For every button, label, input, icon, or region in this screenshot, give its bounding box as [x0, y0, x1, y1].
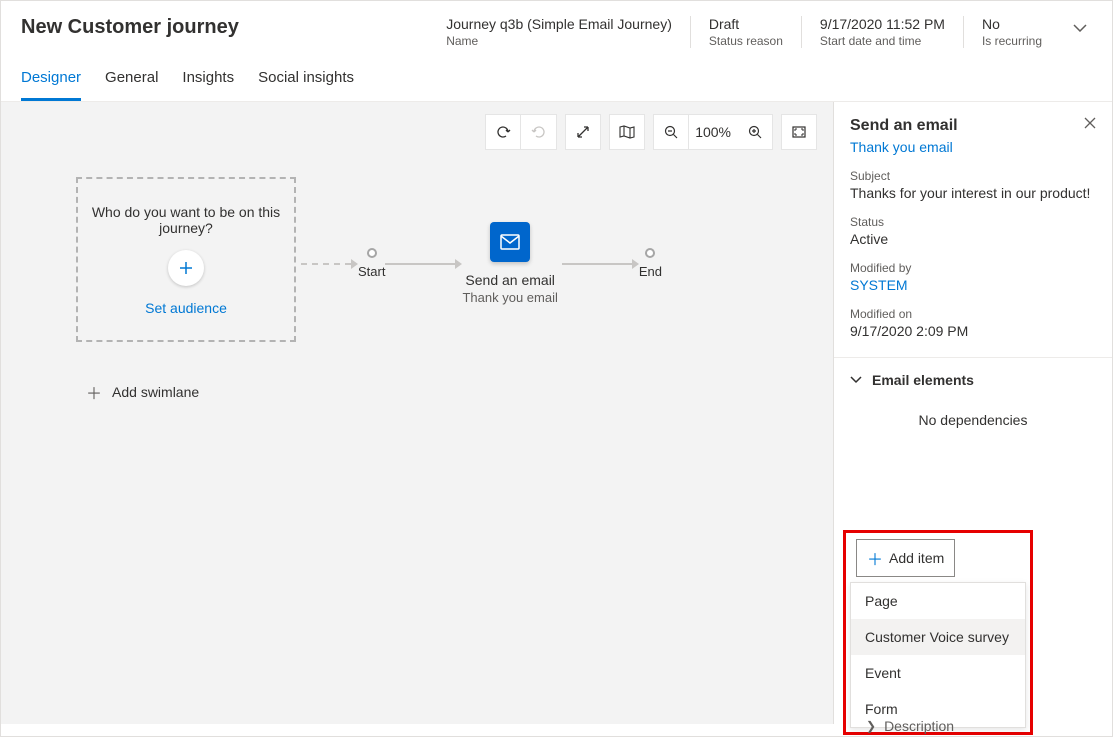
field-value-link[interactable]: SYSTEM	[850, 277, 1096, 293]
plus-icon: ＋	[86, 380, 102, 404]
header-field-value: Journey q3b (Simple Email Journey)	[446, 16, 672, 32]
tab-insights[interactable]: Insights	[182, 59, 234, 101]
page-header: New Customer journey Journey q3b (Simple…	[1, 1, 1112, 59]
designer-canvas[interactable]: 100% Who do you want to be on this journ…	[1, 102, 834, 724]
set-audience-link[interactable]: Set audience	[145, 300, 227, 316]
map-button[interactable]	[609, 114, 645, 150]
header-field-recurring[interactable]: No Is recurring	[963, 16, 1060, 48]
header-field-value: 9/17/2020 11:52 PM	[820, 16, 945, 32]
plus-icon: ＋	[867, 546, 883, 570]
tab-bar: Designer General Insights Social insight…	[1, 59, 1112, 102]
field-value: Active	[850, 231, 1096, 247]
email-elements-section: Email elements No dependencies	[834, 357, 1112, 448]
panel-email-link[interactable]: Thank you email	[834, 139, 1112, 165]
email-node-subtitle: Thank you email	[462, 290, 557, 305]
header-field-value: No	[982, 16, 1042, 32]
plus-icon	[178, 260, 194, 276]
audience-placeholder[interactable]: Who do you want to be on this journey? S…	[76, 177, 296, 342]
highlight-annotation: ＋ Add item Page Customer Voice survey Ev…	[843, 530, 1033, 735]
header-field-label: Name	[446, 34, 672, 48]
field-label: Subject	[850, 169, 1096, 183]
header-field-startdate[interactable]: 9/17/2020 11:52 PM Start date and time	[801, 16, 963, 48]
field-label: Modified on	[850, 307, 1096, 321]
undo-button[interactable]	[485, 114, 521, 150]
chevron-right-icon: ❯	[866, 719, 876, 733]
email-node-title: Send an email	[465, 272, 555, 288]
field-status: Status Active	[834, 211, 1112, 257]
header-field-label: Is recurring	[982, 34, 1042, 48]
close-panel-button[interactable]	[1084, 117, 1096, 129]
connector	[562, 263, 632, 265]
audience-question: Who do you want to be on this journey?	[88, 204, 284, 236]
end-label: End	[639, 264, 662, 279]
add-swimlane-label: Add swimlane	[112, 384, 199, 400]
zoom-in-button[interactable]	[737, 114, 773, 150]
connector-dashed	[301, 263, 351, 265]
page-title: New Customer journey	[21, 16, 239, 39]
field-label: Modified by	[850, 261, 1096, 275]
header-fields: Journey q3b (Simple Email Journey) Name …	[428, 16, 1060, 48]
add-item-button[interactable]: ＋ Add item	[856, 539, 955, 577]
expand-header-icon[interactable]	[1068, 16, 1092, 32]
section-title: Email elements	[872, 372, 974, 388]
panel-title: Send an email	[850, 117, 958, 135]
no-dependencies-label: No dependencies	[834, 402, 1112, 448]
dropdown-item-event[interactable]: Event	[851, 655, 1025, 691]
description-section-header[interactable]: ❯ Description	[866, 718, 954, 734]
header-field-label: Start date and time	[820, 34, 945, 48]
tab-general[interactable]: General	[105, 59, 158, 101]
dropdown-item-page[interactable]: Page	[851, 583, 1025, 619]
zoom-level: 100%	[689, 114, 737, 150]
add-audience-button[interactable]	[168, 250, 204, 286]
header-field-status[interactable]: Draft Status reason	[690, 16, 801, 48]
redo-button[interactable]	[521, 114, 557, 150]
add-item-label: Add item	[889, 550, 944, 566]
email-node[interactable]: Send an email Thank you email	[462, 222, 557, 305]
fit-button[interactable]	[565, 114, 601, 150]
field-modifiedon: Modified on 9/17/2020 2:09 PM	[834, 303, 1112, 349]
journey-flow: Start Send an email Thank you email End	[301, 222, 662, 305]
header-field-value: Draft	[709, 16, 783, 32]
arrow-head-icon	[351, 259, 358, 269]
field-subject: Subject Thanks for your interest in our …	[834, 165, 1112, 211]
field-label: Status	[850, 215, 1096, 229]
zoom-out-button[interactable]	[653, 114, 689, 150]
dropdown-item-customer-voice[interactable]: Customer Voice survey	[851, 619, 1025, 655]
add-swimlane-button[interactable]: ＋ Add swimlane	[86, 380, 199, 404]
email-tile[interactable]	[490, 222, 530, 262]
description-label: Description	[884, 718, 954, 734]
end-dot-icon	[645, 248, 655, 258]
field-value: Thanks for your interest in our product!	[850, 185, 1096, 201]
end-node[interactable]: End	[639, 248, 662, 279]
envelope-icon	[500, 234, 520, 250]
start-node[interactable]: Start	[358, 248, 385, 279]
fullscreen-button[interactable]	[781, 114, 817, 150]
header-field-name[interactable]: Journey q3b (Simple Email Journey) Name	[428, 16, 690, 48]
canvas-toolbar: 100%	[485, 114, 817, 150]
start-dot-icon	[367, 248, 377, 258]
chevron-down-icon	[850, 376, 862, 384]
arrow-head-icon	[455, 259, 462, 269]
header-field-label: Status reason	[709, 34, 783, 48]
field-value: 9/17/2020 2:09 PM	[850, 323, 1096, 339]
tab-designer[interactable]: Designer	[21, 59, 81, 101]
section-header[interactable]: Email elements	[834, 372, 1112, 402]
start-label: Start	[358, 264, 385, 279]
field-modifiedby: Modified by SYSTEM	[834, 257, 1112, 303]
tab-social-insights[interactable]: Social insights	[258, 59, 354, 101]
close-icon	[1084, 117, 1096, 129]
arrow-head-icon	[632, 259, 639, 269]
add-item-dropdown: Page Customer Voice survey Event Form	[850, 582, 1026, 728]
connector	[385, 263, 455, 265]
